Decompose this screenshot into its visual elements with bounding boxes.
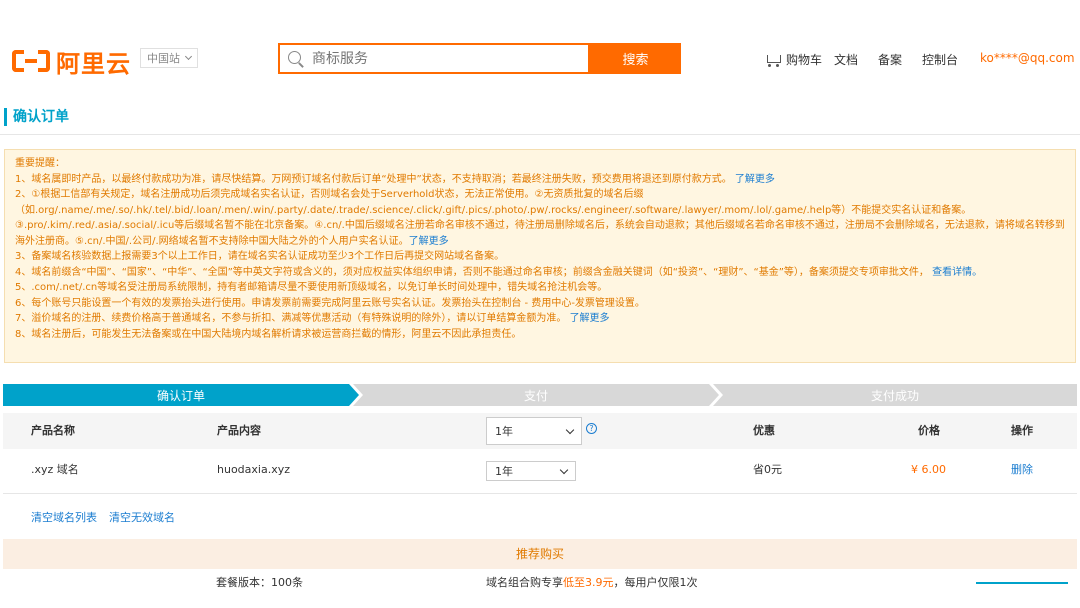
learn-more-link-3[interactable]: 了解更多	[570, 313, 610, 324]
notice-item-4: 4、域名前缀含“中国”、“国家”、“中华”、“全国”等中英文字符或含义的，须对应…	[15, 266, 983, 278]
notice-item-6: 6、每个账号只能设置一个有效的发票抬头进行使用。申请发票前需要完成阿里云账号实名…	[15, 297, 645, 309]
filing-link[interactable]: 备案	[878, 51, 902, 68]
search-box	[278, 43, 590, 74]
cart-label: 购物车	[786, 53, 823, 67]
notice-item-8: 8、域名注册后，可能发生无法备案或在中国大陆境内域名解析请求被运营商拦截的情形，…	[15, 328, 522, 340]
view-details-link[interactable]: 查看详情。	[932, 267, 982, 278]
price-value: ¥ 6.00	[911, 463, 946, 476]
search-icon	[288, 50, 304, 67]
search-input[interactable]	[312, 50, 572, 67]
learn-more-link-2[interactable]: 了解更多	[409, 236, 449, 247]
region-selector[interactable]: 中国站	[140, 48, 198, 68]
chevron-down-icon	[184, 52, 193, 61]
notice-item-5: 5、.com/.net/.cn等域名受注册局系统限制，持有者邮箱请尽量不要使用新…	[15, 282, 608, 293]
docs-link[interactable]: 文档	[834, 51, 858, 68]
logo-mark-icon	[12, 48, 50, 76]
row-duration-value: 1年	[495, 465, 513, 478]
list-actions: 清空域名列表 清空无效域名	[31, 509, 175, 525]
user-account-link[interactable]: ko****@qq.com	[980, 51, 1075, 65]
notice-item-1: 1、域名属即时产品，以最终付款成功为准，请尽快结算。万网预订域名付款后订单“处理…	[15, 173, 775, 185]
clear-invalid-domains-link[interactable]: 清空无效域名	[109, 509, 175, 525]
combo-offer: 域名组合购专享低至3.9元，每用户仅限1次	[486, 576, 698, 589]
discount-value: 省0元	[753, 463, 782, 476]
col-product-name: 产品名称	[31, 424, 75, 437]
region-label: 中国站	[147, 52, 180, 65]
console-link[interactable]: 控制台	[922, 51, 958, 68]
notice-item-3: 3、备案域名核验数据上报需要3个以上工作日，请在域名实名认证成功至少3个工作日后…	[15, 251, 505, 262]
search-button[interactable]: 搜索	[590, 43, 681, 74]
recommend-header: 推荐购买	[3, 539, 1077, 569]
top-header: 阿里云 中国站 搜索 购物车 文档 备案 控制台 ko****@qq.com	[0, 0, 1080, 92]
step-payment-success: 支付成功	[713, 384, 1077, 406]
title-divider	[0, 134, 1080, 135]
row-duration-select[interactable]: 1年	[486, 461, 576, 481]
aliyun-logo[interactable]: 阿里云	[12, 44, 131, 79]
notice-item-7: 7、溢价域名的注册、续费价格高于普通域名，不参与折扣、满减等优惠活动（有特殊说明…	[15, 313, 610, 324]
bulk-duration-value: 1年	[495, 425, 513, 438]
chevron-down-icon	[565, 425, 575, 434]
recommend-row: 套餐版本：100条 域名组合购专享低至3.9元，每用户仅限1次	[0, 574, 1080, 608]
product-name: .xyz 域名	[31, 463, 79, 476]
cart-link[interactable]: 购物车	[764, 51, 822, 68]
package-version: 套餐版本：100条	[216, 576, 303, 589]
delete-link[interactable]: 删除	[1011, 449, 1033, 493]
logo-text: 阿里云	[56, 50, 131, 78]
col-discount: 优惠	[753, 424, 775, 437]
recommend-add-button[interactable]	[976, 582, 1068, 608]
help-icon[interactable]: ?	[586, 423, 597, 434]
chevron-down-icon	[559, 465, 569, 474]
col-price: 价格	[918, 424, 940, 437]
product-content: huodaxia.xyz	[217, 463, 290, 476]
step-payment: 支付	[353, 384, 719, 406]
notice-item-2: 2、①根据工信部有关规定，域名注册成功后须完成域名实名认证，否则域名会处于Ser…	[15, 189, 1065, 247]
page-title: 确认订单	[4, 108, 69, 126]
step-confirm-order: 确认订单	[3, 384, 359, 406]
bulk-duration-select[interactable]: 1年	[486, 417, 582, 445]
learn-more-link-1[interactable]: 了解更多	[735, 174, 775, 185]
important-notice: 重要提醒： 1、域名属即时产品，以最终付款成功为准，请尽快结算。万网预订域名付款…	[4, 149, 1076, 363]
notice-heading: 重要提醒：	[15, 158, 65, 169]
col-product-content: 产品内容	[217, 424, 261, 437]
order-steps: 确认订单 支付 支付成功	[3, 384, 1077, 406]
cart-icon	[764, 53, 782, 67]
clear-domain-list-link[interactable]: 清空域名列表	[31, 509, 97, 525]
col-action: 操作	[1011, 424, 1033, 437]
